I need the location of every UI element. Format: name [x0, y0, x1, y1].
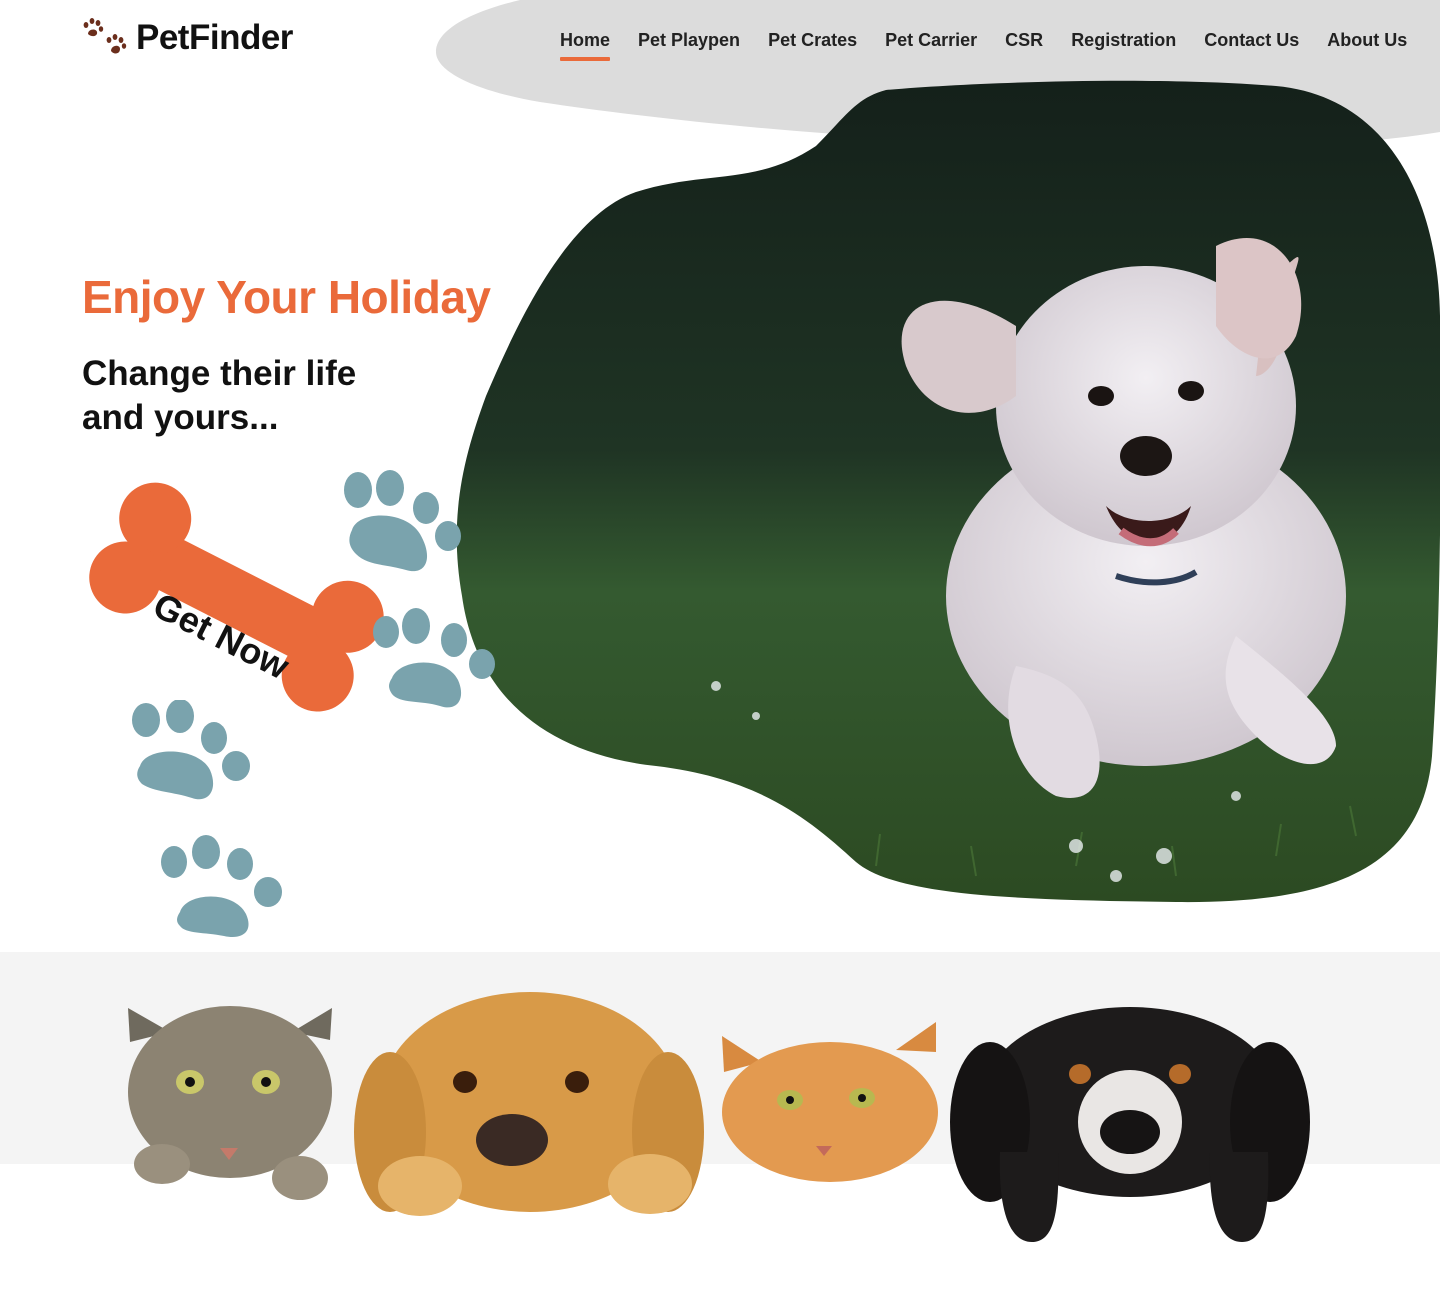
hero-title: Enjoy Your Holiday — [82, 271, 491, 323]
nav-item-home[interactable]: Home — [546, 26, 624, 61]
paw-print-icon — [373, 608, 495, 708]
brand-name: PetFinder — [136, 18, 293, 57]
nav-item-contact-us[interactable]: Contact Us — [1190, 26, 1313, 61]
paw-print-icon — [161, 835, 282, 938]
main-nav: Home Pet Playpen Pet Crates Pet Carrier … — [546, 26, 1421, 61]
nav-item-pet-carrier[interactable]: Pet Carrier — [871, 26, 991, 61]
nav-item-pet-crates[interactable]: Pet Crates — [754, 26, 871, 61]
nav-item-csr[interactable]: CSR — [991, 26, 1057, 61]
nav-item-registration[interactable]: Registration — [1057, 26, 1190, 61]
paw-prints-icon — [83, 18, 127, 54]
hero-subtitle: Change their life and yours... — [82, 354, 357, 437]
pets-peeking-banner-photo — [0, 952, 1440, 1291]
paw-print-icon — [132, 700, 250, 800]
hero-dog-photo — [456, 80, 1440, 903]
paw-print-icon — [344, 470, 461, 572]
brand-logo[interactable]: PetFinder — [82, 18, 293, 58]
nav-item-pet-playpen[interactable]: Pet Playpen — [624, 26, 754, 61]
nav-item-about-us[interactable]: About Us — [1313, 26, 1421, 61]
